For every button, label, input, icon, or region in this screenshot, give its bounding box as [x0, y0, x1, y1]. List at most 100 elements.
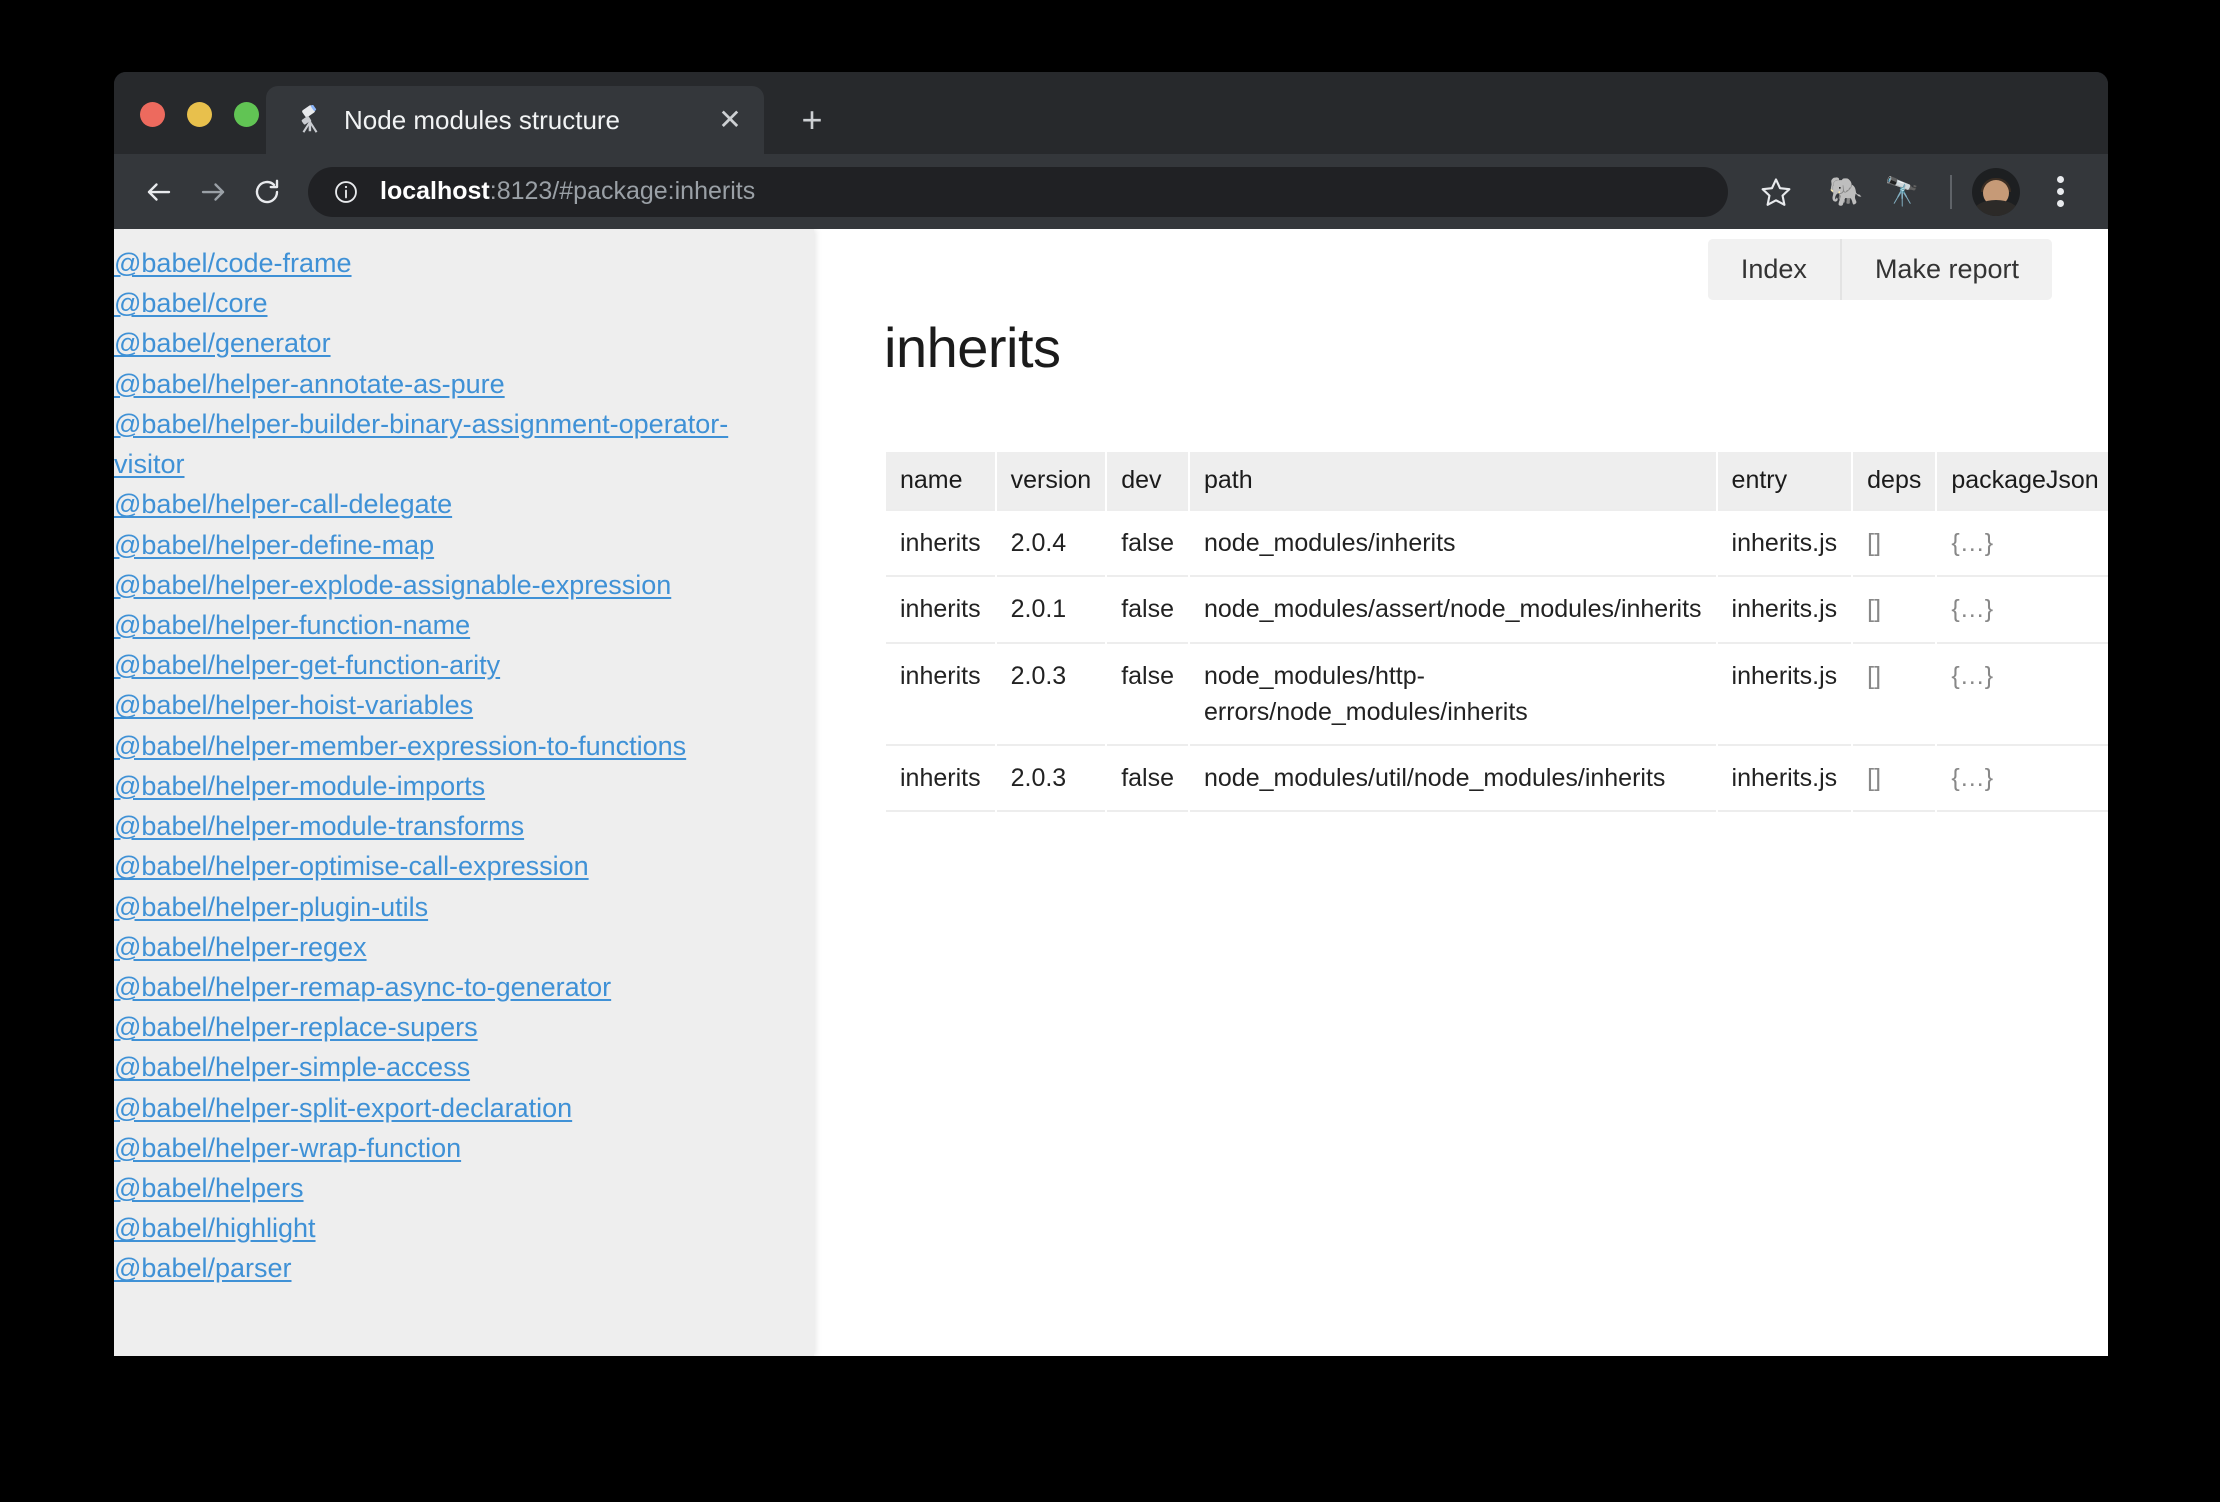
- package-list-item: @babel/helper-simple-access: [114, 1047, 790, 1087]
- url-path: :8123/#package:inherits: [489, 177, 756, 205]
- maximize-window-button[interactable]: [234, 102, 259, 127]
- package-link[interactable]: @babel/helper-wrap-function: [114, 1133, 461, 1163]
- cell-path: node_modules/http-errors/node_modules/in…: [1190, 644, 1716, 746]
- cell-entry: inherits.js: [1717, 746, 1852, 813]
- make-report-button[interactable]: Make report: [1839, 239, 2052, 300]
- browser-tab[interactable]: Node modules structure ✕: [266, 86, 764, 154]
- package-link[interactable]: @babel/highlight: [114, 1213, 316, 1243]
- package-link[interactable]: @babel/helper-regex: [114, 932, 367, 962]
- cell-path: node_modules/util/node_modules/inherits: [1190, 746, 1716, 813]
- table-body: inherits 2.0.4 false node_modules/inherits i…: [886, 509, 2108, 813]
- package-list-item: @babel/helper-module-transforms: [114, 806, 790, 846]
- package-sidebar[interactable]: @babel/code-frame @babel/core @babel/gener…: [114, 229, 814, 1356]
- view-switch: Index Make report: [1707, 239, 2052, 300]
- table-row: inherits 2.0.4 false node_modules/inherits i…: [886, 509, 2108, 578]
- tab-title: Node modules structure: [344, 104, 621, 135]
- forward-icon[interactable]: [186, 165, 240, 219]
- cell-dev: false: [1107, 509, 1188, 578]
- package-link[interactable]: @babel/helper-builder-binary-assignment-…: [114, 409, 728, 479]
- cell-entry: inherits.js: [1717, 644, 1852, 746]
- package-link[interactable]: @babel/helper-remap-async-to-generator: [114, 972, 611, 1002]
- package-link[interactable]: @babel/helper-call-delegate: [114, 489, 452, 519]
- table-row: inherits 2.0.3 false node_modules/util/node…: [886, 746, 2108, 813]
- avatar-body: [1974, 199, 2018, 216]
- package-link[interactable]: @babel/helper-hoist-variables: [114, 690, 473, 720]
- table-row: inherits 2.0.3 false node_modules/http-erro…: [886, 644, 2108, 746]
- new-tab-button[interactable]: +: [790, 98, 834, 142]
- toolbar-actions: 🐘 🔭: [1748, 164, 2086, 220]
- cell-version: 2.0.3: [996, 746, 1106, 813]
- reload-icon[interactable]: [240, 165, 294, 219]
- elephant-extension-icon[interactable]: 🐘: [1818, 164, 1874, 220]
- index-button[interactable]: Index: [1707, 239, 1840, 300]
- close-tab-button[interactable]: ✕: [708, 98, 752, 142]
- table-head: name version dev path entry deps packageJson: [886, 452, 2108, 509]
- tab-strip: Node modules structure ✕ +: [114, 72, 2108, 154]
- package-list-item: @babel/helper-builder-binary-assignment-…: [114, 404, 790, 484]
- package-link[interactable]: @babel/helper-annotate-as-pure: [114, 369, 505, 399]
- package-link[interactable]: @babel/helper-plugin-utils: [114, 892, 428, 922]
- star-icon[interactable]: [1748, 164, 1804, 220]
- page-viewport: @babel/code-frame @babel/core @babel/gener…: [114, 229, 2108, 1356]
- cell-version: 2.0.3: [996, 644, 1106, 746]
- three-dot-menu-icon[interactable]: [2034, 166, 2086, 218]
- telescope-icon: [294, 104, 326, 136]
- packages-table: name version dev path entry deps packageJson i…: [884, 452, 2108, 813]
- cell-deps: []: [1853, 577, 1936, 644]
- cell-packagejson: {…}: [1937, 746, 2108, 813]
- cell-packagejson: {…}: [1937, 644, 2108, 746]
- package-list-item: @babel/core: [114, 283, 790, 323]
- package-link[interactable]: @babel/helper-module-transforms: [114, 811, 524, 841]
- package-link[interactable]: @babel/helper-replace-supers: [114, 1012, 478, 1042]
- avatar[interactable]: [1972, 167, 2020, 216]
- package-list-item: @babel/helper-call-delegate: [114, 484, 790, 524]
- table-row: inherits 2.0.1 false node_modules/assert/no…: [886, 577, 2108, 644]
- package-link[interactable]: @babel/helper-function-name: [114, 610, 470, 640]
- package-link[interactable]: @babel/core: [114, 288, 268, 318]
- cell-version: 2.0.4: [996, 509, 1106, 578]
- package-link[interactable]: @babel/helpers: [114, 1173, 304, 1203]
- cell-entry: inherits.js: [1717, 577, 1852, 644]
- package-link[interactable]: @babel/helper-explode-assignable-express…: [114, 570, 671, 600]
- cell-name: inherits: [886, 509, 995, 578]
- cell-deps: []: [1853, 509, 1936, 578]
- menu-dot: [2056, 200, 2064, 207]
- package-link[interactable]: @babel/helper-define-map: [114, 530, 434, 560]
- package-list-item: @babel/helper-annotate-as-pure: [114, 364, 790, 404]
- cell-version: 2.0.1: [996, 577, 1106, 644]
- info-icon[interactable]: [332, 178, 360, 206]
- package-list-item: @babel/helper-wrap-function: [114, 1128, 790, 1168]
- package-link[interactable]: @babel/parser: [114, 1253, 292, 1283]
- table-header-row: name version dev path entry deps packageJson: [886, 452, 2108, 509]
- cell-packagejson: {…}: [1937, 509, 2108, 578]
- cell-dev: false: [1107, 577, 1188, 644]
- cell-name: inherits: [886, 577, 995, 644]
- package-link[interactable]: @babel/helper-optimise-call-expression: [114, 851, 589, 881]
- package-link[interactable]: @babel/helper-get-function-arity: [114, 650, 500, 680]
- column-header-path: path: [1190, 452, 1716, 509]
- package-link[interactable]: @babel/helper-split-export-declaration: [114, 1093, 572, 1123]
- column-header-dev: dev: [1107, 452, 1188, 509]
- package-link[interactable]: @babel/helper-simple-access: [114, 1052, 470, 1082]
- telescope-extension-icon[interactable]: 🔭: [1874, 164, 1930, 220]
- package-list-item: @babel/helpers: [114, 1168, 790, 1208]
- minimize-window-button[interactable]: [187, 102, 212, 127]
- package-link[interactable]: @babel/code-frame: [114, 248, 352, 278]
- column-header-packagejson: packageJson: [1937, 452, 2108, 509]
- close-window-button[interactable]: [140, 102, 165, 127]
- package-list-item: @babel/helper-optimise-call-expression: [114, 846, 790, 886]
- package-list-item: @babel/helper-module-imports: [114, 766, 790, 806]
- package-list-item: @babel/helper-plugin-utils: [114, 887, 790, 927]
- window-controls: [140, 102, 259, 127]
- browser-toolbar: localhost:8123/#package:inherits 🐘 🔭: [114, 154, 2108, 229]
- column-header-entry: entry: [1717, 452, 1852, 509]
- package-list-item: @babel/generator: [114, 323, 790, 363]
- address-bar[interactable]: localhost:8123/#package:inherits: [308, 166, 1728, 217]
- package-link[interactable]: @babel/generator: [114, 328, 331, 358]
- back-icon[interactable]: [132, 165, 186, 219]
- package-list-item: @babel/helper-explode-assignable-express…: [114, 565, 790, 605]
- package-link[interactable]: @babel/helper-module-imports: [114, 771, 485, 801]
- package-list-item: @babel/helper-remap-async-to-generator: [114, 967, 790, 1007]
- package-link[interactable]: @babel/helper-member-expression-to-funct…: [114, 731, 686, 761]
- package-list-item: @babel/helper-split-export-declaration: [114, 1088, 790, 1128]
